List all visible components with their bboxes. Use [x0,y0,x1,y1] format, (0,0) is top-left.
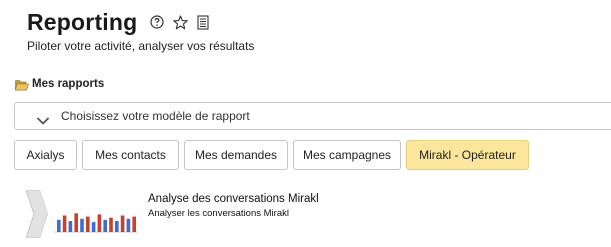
tab-mes-campagnes[interactable]: Mes campagnes [293,140,401,170]
tab-axialys[interactable]: Axialys [14,140,77,170]
title-icons [149,14,218,30]
thumb-bar [97,214,102,232]
page-title: Reporting [27,8,138,35]
thumb-bar [91,222,96,232]
thumb-bar [103,219,107,232]
dropdown-placeholder: Choisissez votre modèle de rapport [61,109,250,123]
thumb-bar [68,221,73,232]
thumb-bar [86,216,90,232]
report-text: Analyse des conversations Mirakl Analyse… [148,193,319,238]
thumb-bar [132,216,136,232]
report-category-tabs: Axialys Mes contacts Mes demandes Mes ca… [14,140,534,170]
title-row: Reporting [27,8,611,36]
report-name: Analyse des conversations Mirakl [148,193,319,205]
star-outline-icon[interactable] [172,14,188,30]
bar-chart-thumbnail-icon [25,189,140,239]
thumb-bar [74,213,78,232]
thumb-bar [62,215,67,232]
page-header: Reporting Piloter votre activité, analys… [27,8,611,56]
report-description: Analyser les conversations Mirakl [148,208,289,219]
report-model-dropdown[interactable]: Choisissez votre modèle de rapport [14,102,611,130]
thumb-bar [115,221,119,232]
page-subtitle: Piloter votre activité, analyser vos rés… [27,39,255,53]
thumb-bar [126,218,131,232]
chevron-down-icon [37,112,49,125]
tab-mirakl-operateur[interactable]: Mirakl - Opérateur [406,140,529,170]
thumb-bar [80,218,84,232]
tab-mes-contacts[interactable]: Mes contacts [82,140,179,170]
tab-mes-demandes[interactable]: Mes demandes [184,140,288,170]
thumb-bar [109,217,113,232]
section-header: Mes rapports [15,78,105,91]
thumb-bar [120,215,125,232]
folder-open-icon [15,78,29,91]
thumb-bar [57,219,61,232]
section-title: Mes rapports [32,78,105,90]
document-list-icon[interactable] [195,14,211,30]
help-circle-icon[interactable] [149,14,165,30]
report-item[interactable]: Analyse des conversations Mirakl Analyse… [25,189,319,239]
